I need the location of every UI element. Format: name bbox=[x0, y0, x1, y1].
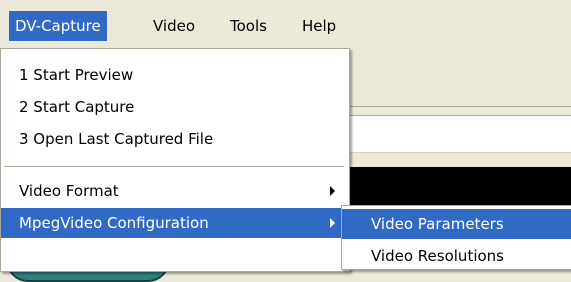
submenu-item-video-resolutions[interactable]: Video Resolutions bbox=[342, 241, 571, 271]
menu-help-label: Help bbox=[302, 17, 337, 35]
menu-dv-capture[interactable]: DV-Capture bbox=[9, 11, 107, 41]
menu-video[interactable]: Video bbox=[153, 11, 195, 41]
menu-item-mpegvideo-configuration[interactable]: MpegVideo Configuration bbox=[1, 208, 349, 238]
menu-bar: DV-Capture Video Tools Help bbox=[0, 0, 571, 48]
menu-item-video-format[interactable]: Video Format bbox=[1, 176, 349, 206]
submenu-item-video-parameters[interactable]: Video Parameters bbox=[342, 209, 571, 239]
menu-video-label: Video bbox=[153, 17, 196, 35]
dv-capture-dropdown: 1 Start Preview 2 Start Capture 3 Open L… bbox=[0, 48, 350, 272]
menu-separator bbox=[4, 166, 344, 167]
menu-dv-capture-label: DV-Capture bbox=[15, 17, 101, 35]
menu-item-start-preview[interactable]: 1 Start Preview bbox=[1, 60, 349, 90]
submenu-arrow-icon bbox=[330, 218, 335, 228]
menu-item-label: 2 Start Capture bbox=[19, 98, 135, 116]
menu-tools-label: Tools bbox=[230, 17, 267, 35]
submenu-item-label: Video Parameters bbox=[371, 215, 504, 233]
menu-item-label: 1 Start Preview bbox=[19, 66, 134, 84]
menu-item-label: Video Format bbox=[19, 182, 119, 200]
menu-tools[interactable]: Tools bbox=[230, 11, 267, 41]
submenu-arrow-icon bbox=[330, 186, 335, 196]
menu-item-start-capture[interactable]: 2 Start Capture bbox=[1, 92, 349, 122]
menu-item-label: 3 Open Last Captured File bbox=[19, 130, 214, 148]
menu-item-open-last-captured-file[interactable]: 3 Open Last Captured File bbox=[1, 124, 349, 154]
menu-item-label: MpegVideo Configuration bbox=[19, 214, 209, 232]
mpegvideo-configuration-submenu: Video Parameters Video Resolutions bbox=[341, 205, 571, 270]
menu-help[interactable]: Help bbox=[302, 11, 336, 41]
submenu-item-label: Video Resolutions bbox=[371, 247, 504, 265]
